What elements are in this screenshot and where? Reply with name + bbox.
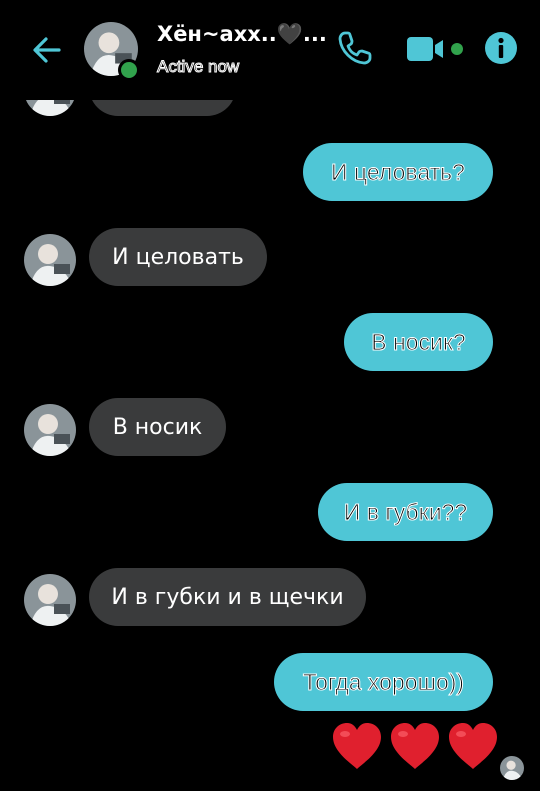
active-status: Active now — [156, 57, 240, 77]
heart-emoji-message[interactable] — [330, 720, 500, 778]
message-bubble-incoming[interactable]: И в губки и в щечки — [89, 568, 366, 626]
video-camera-icon[interactable] — [405, 33, 467, 65]
contact-name[interactable]: Хён~ахх..🖤... — [157, 22, 327, 47]
message-bubble-outgoing[interactable]: И целовать? — [303, 143, 493, 201]
phone-icon[interactable] — [336, 29, 374, 67]
message-text: В носик — [112, 414, 203, 440]
message-bubble-outgoing[interactable]: Тогда хорошо)) — [274, 653, 493, 711]
message-text: В носик? — [371, 328, 466, 355]
heart-icon — [449, 723, 497, 769]
contact-avatar[interactable] — [24, 234, 76, 286]
heart-icon — [391, 723, 439, 769]
message-text: И в губки и в щечки — [111, 584, 344, 610]
message-bubble-outgoing[interactable]: И в губки?? — [318, 483, 493, 541]
message-bubble-outgoing[interactable]: В носик? — [344, 313, 493, 371]
message-bubble-incoming[interactable]: И целовать — [89, 228, 267, 286]
online-status-dot — [118, 59, 140, 81]
message-text: Тогда хорошо)) — [302, 668, 465, 695]
message-bubble-incoming[interactable]: В носик — [89, 398, 226, 456]
info-icon[interactable] — [484, 31, 518, 65]
heart-icon — [333, 723, 381, 769]
contact-avatar[interactable] — [24, 404, 76, 456]
back-arrow-icon[interactable] — [27, 30, 67, 70]
chat-header: Хён~ахх..🖤... Active now — [0, 0, 540, 100]
message-text: И целовать — [112, 244, 244, 270]
message-text: И в губки?? — [343, 498, 468, 525]
message-text: И целовать? — [331, 158, 466, 185]
contact-avatar[interactable] — [24, 574, 76, 626]
seen-indicator-avatar — [500, 756, 524, 780]
